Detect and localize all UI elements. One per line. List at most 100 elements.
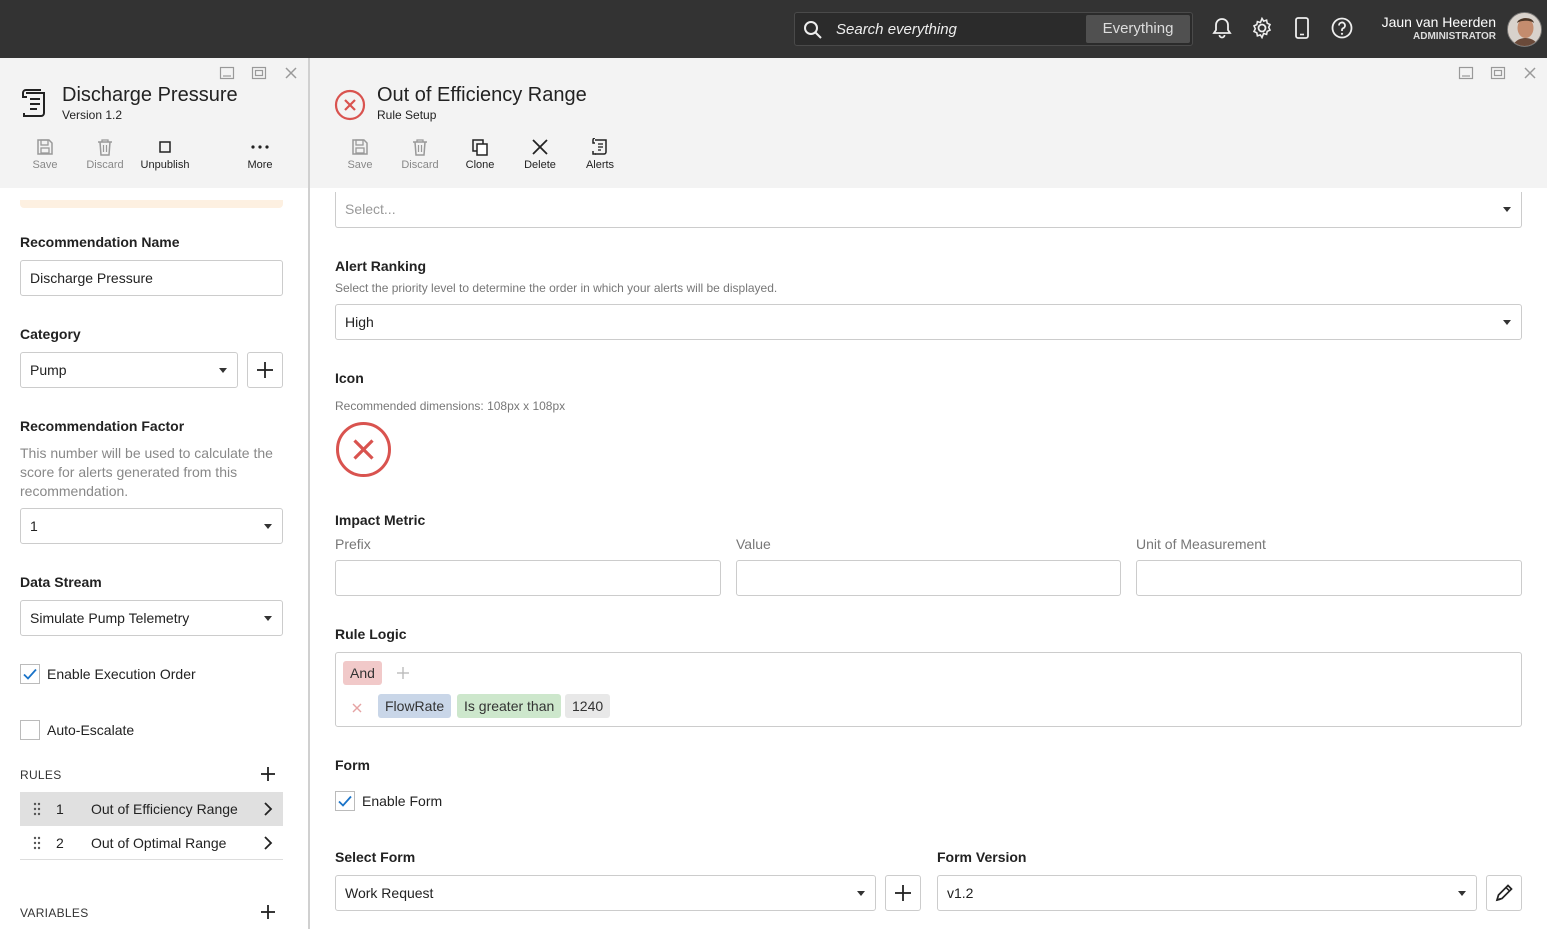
recommendation-header: Discharge Pressure Version 1.2 Save Disc…: [0, 58, 308, 188]
copy-icon: [450, 138, 510, 156]
chevron-down-icon: [219, 368, 227, 373]
value-input[interactable]: [736, 560, 1121, 596]
scroll-document-icon: [570, 137, 630, 156]
restore-icon[interactable]: [1490, 66, 1506, 85]
factor-hint: This number will be used to calculate th…: [20, 445, 273, 499]
add-condition-icon[interactable]: [397, 666, 409, 684]
chevron-right-icon: [263, 835, 273, 854]
form-version-select[interactable]: v1.2: [937, 875, 1477, 911]
auto-escalate-label: Auto-Escalate: [47, 722, 135, 738]
drag-handle-icon[interactable]: [33, 802, 41, 819]
square-icon: [135, 138, 195, 156]
alert-ranking-select[interactable]: High: [335, 304, 1522, 340]
rule-title: Out of Efficiency Range: [377, 84, 587, 106]
error-circle-icon: [334, 89, 366, 126]
logic-operator-chip[interactable]: And: [343, 661, 382, 685]
data-stream-label: Data Stream: [20, 574, 102, 590]
gear-icon[interactable]: [1251, 16, 1273, 44]
alert-ranking-hint: Select the priority level to determine t…: [335, 281, 778, 295]
factor-select[interactable]: 1: [20, 508, 283, 544]
minimize-icon[interactable]: [1458, 66, 1474, 85]
delete-button[interactable]: Delete: [510, 138, 570, 171]
pencil-icon: [1495, 884, 1513, 902]
rules-section-label: RULES: [20, 768, 62, 782]
variables-section-label: VARIABLES: [20, 906, 89, 920]
restore-icon[interactable]: [251, 66, 267, 85]
rule-list-item[interactable]: 2 Out of Optimal Range: [20, 826, 283, 860]
clone-button[interactable]: Clone: [450, 138, 510, 171]
add-variable-icon[interactable]: [260, 904, 276, 925]
rule-subtitle: Rule Setup: [377, 108, 437, 122]
trash-icon: [390, 138, 450, 156]
global-search[interactable]: Search everything Everything: [794, 12, 1193, 46]
more-dots-icon: [230, 138, 290, 156]
add-category-button[interactable]: [247, 352, 283, 388]
save-icon: [330, 138, 390, 156]
chevron-down-icon: [264, 524, 272, 529]
auto-escalate-checkbox[interactable]: [20, 720, 40, 740]
unit-input[interactable]: [1136, 560, 1522, 596]
form-version-label: Form Version: [937, 849, 1027, 865]
data-stream-select[interactable]: Simulate Pump Telemetry: [20, 600, 283, 636]
chevron-down-icon: [1503, 207, 1511, 212]
enable-form-label: Enable Form: [362, 793, 443, 809]
help-icon[interactable]: [1331, 17, 1353, 44]
chevron-down-icon: [1458, 891, 1466, 896]
save-button[interactable]: Save: [330, 138, 390, 171]
rule-logic-label: Rule Logic: [335, 626, 407, 642]
status-banner-edge: [20, 200, 283, 208]
minimize-icon[interactable]: [219, 66, 235, 85]
prefix-label: Prefix: [335, 536, 371, 552]
chevron-down-icon: [1503, 320, 1511, 325]
condition-operator-chip[interactable]: Is greater than: [457, 694, 562, 718]
search-scope-dropdown[interactable]: Everything: [1086, 15, 1190, 43]
enable-execution-order-checkbox[interactable]: [20, 664, 40, 684]
add-rule-icon[interactable]: [260, 766, 276, 787]
recommendation-name-label: Recommendation Name: [20, 234, 180, 250]
prefix-input[interactable]: [335, 560, 721, 596]
plus-icon: [895, 885, 911, 901]
discard-button[interactable]: Discard: [390, 138, 450, 171]
plus-icon: [257, 362, 273, 378]
bell-icon[interactable]: [1212, 17, 1232, 44]
recommendation-name-input[interactable]: Discharge Pressure: [20, 260, 283, 296]
recommendation-panel: Discharge Pressure Version 1.2 Save Disc…: [0, 58, 308, 929]
more-button[interactable]: More: [230, 138, 290, 171]
unpublish-button[interactable]: Unpublish: [135, 138, 195, 171]
unit-label: Unit of Measurement: [1136, 536, 1266, 552]
select-form-label: Select Form: [335, 849, 416, 865]
save-button[interactable]: Save: [15, 138, 75, 171]
add-form-button[interactable]: [885, 875, 921, 911]
condition-value-chip[interactable]: 1240: [565, 694, 611, 718]
drag-handle-icon[interactable]: [33, 836, 41, 853]
check-icon: [338, 795, 352, 807]
error-circle-icon[interactable]: [335, 421, 392, 483]
user-role: ADMINISTRATOR: [1413, 31, 1496, 42]
avatar[interactable]: [1507, 12, 1542, 47]
enable-execution-order-label: Enable Execution Order: [47, 666, 196, 682]
chevron-down-icon: [857, 891, 865, 896]
select-form-select[interactable]: Work Request: [335, 875, 876, 911]
search-placeholder[interactable]: Search everything: [836, 21, 957, 38]
mobile-icon[interactable]: [1294, 17, 1310, 44]
edit-form-button[interactable]: [1486, 875, 1522, 911]
user-name[interactable]: Jaun van Heerden: [1382, 14, 1496, 30]
condition-field-chip[interactable]: FlowRate: [378, 694, 452, 718]
rule-list-item[interactable]: 1 Out of Efficiency Range: [20, 792, 283, 826]
enable-form-checkbox[interactable]: [335, 791, 355, 811]
discard-button[interactable]: Discard: [75, 138, 135, 171]
top-select[interactable]: Select...: [335, 192, 1522, 228]
remove-condition-icon[interactable]: [352, 700, 362, 718]
category-select[interactable]: Pump: [20, 352, 238, 388]
alerts-button[interactable]: Alerts: [570, 137, 630, 171]
impact-metric-label: Impact Metric: [335, 512, 426, 528]
close-icon[interactable]: [284, 66, 298, 85]
scroll-document-icon: [20, 89, 50, 124]
search-icon: [803, 20, 823, 45]
rule-header: Out of Efficiency Range Rule Setup Save …: [310, 58, 1547, 188]
form-label: Form: [335, 757, 370, 773]
rule-logic-editor: And FlowRate Is greater than 1240: [335, 652, 1522, 727]
recommendation-version: Version 1.2: [62, 108, 123, 122]
close-icon[interactable]: [1523, 66, 1537, 85]
icon-hint: Recommended dimensions: 108px x 108px: [335, 399, 566, 413]
